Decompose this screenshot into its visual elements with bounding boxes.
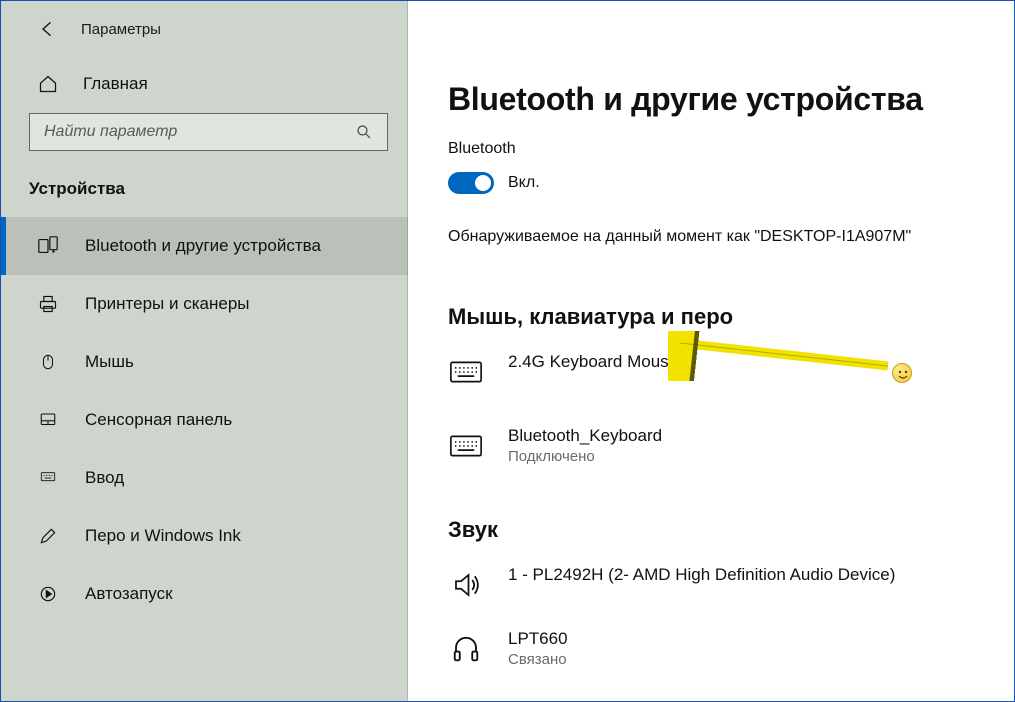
nav-label: Ввод [85,468,124,488]
bluetooth-section-label: Bluetooth [448,140,974,158]
device-row-bt-keyboard[interactable]: Bluetooth_Keyboard Подключено [448,426,974,465]
app-title: Параметры [81,21,161,38]
nav-label: Принтеры и сканеры [85,294,250,314]
home-icon [37,73,59,95]
nav-label: Перо и Windows Ink [85,526,241,546]
speaker-icon [448,567,484,603]
device-info: LPT660 Связано [508,629,568,668]
sidebar-category: Устройства [1,151,408,217]
group-sound-title: Звук [448,517,974,543]
search-input[interactable] [44,123,353,141]
device-name: 1 - PL2492H (2- AMD High Definition Audi… [508,565,895,585]
discoverable-text: Обнаруживаемое на данный момент как "DES… [448,228,974,246]
page-title: Bluetooth и другие устройства [448,81,974,118]
nav-label: Bluetooth и другие устройства [85,236,321,256]
autoplay-icon [37,583,59,605]
device-name: LPT660 [508,629,568,649]
keyboard-icon [37,467,59,489]
group-input-title: Мышь, клавиатура и перо [448,304,974,330]
nav-label: Автозапуск [85,584,173,604]
main-panel: Bluetooth и другие устройства Bluetooth … [408,1,1014,701]
bluetooth-toggle-row: Вкл. [448,172,974,194]
device-row-speaker[interactable]: 1 - PL2492H (2- AMD High Definition Audi… [448,565,974,603]
device-name: 2.4G Keyboard Mouse [508,352,678,372]
device-name: Bluetooth_Keyboard [508,426,662,446]
mouse-icon [37,351,59,373]
settings-app: Параметры Главная Устройства Bluetoo [1,1,1014,701]
annotation-smiley-icon [892,363,912,383]
search-icon [353,121,375,143]
home-label: Главная [83,74,148,94]
device-row-headphones[interactable]: LPT660 Связано [448,629,974,668]
device-status: Связано [508,651,568,668]
sidebar-home[interactable]: Главная [1,57,408,111]
header-row: Параметры [1,1,408,57]
bluetooth-toggle[interactable] [448,172,494,194]
search-wrap [1,111,408,151]
device-info: Bluetooth_Keyboard Подключено [508,426,662,465]
device-info: 2.4G Keyboard Mouse [508,352,678,372]
search-box[interactable] [29,113,388,151]
device-status: Подключено [508,448,662,465]
sidebar-item-bluetooth[interactable]: Bluetooth и другие устройства [1,217,408,275]
annotation-arrow [668,331,898,381]
printer-icon [37,293,59,315]
back-button[interactable] [37,18,59,40]
keyboard-icon [448,354,484,390]
pen-icon [37,525,59,547]
nav-label: Мышь [85,352,134,372]
touchpad-icon [37,409,59,431]
sidebar-item-printers[interactable]: Принтеры и сканеры [1,275,408,333]
sidebar-item-touchpad[interactable]: Сенсорная панель [1,391,408,449]
sidebar: Параметры Главная Устройства Bluetoo [1,1,408,701]
nav-items: Bluetooth и другие устройства Принтеры и… [1,217,408,623]
sidebar-item-mouse[interactable]: Мышь [1,333,408,391]
sidebar-item-pen[interactable]: Перо и Windows Ink [1,507,408,565]
sidebar-item-autoplay[interactable]: Автозапуск [1,565,408,623]
device-info: 1 - PL2492H (2- AMD High Definition Audi… [508,565,895,585]
toggle-state-label: Вкл. [508,174,540,192]
nav-label: Сенсорная панель [85,410,232,430]
devices-icon [37,235,59,257]
headphones-icon [448,631,484,667]
keyboard-icon [448,428,484,464]
sidebar-item-typing[interactable]: Ввод [1,449,408,507]
